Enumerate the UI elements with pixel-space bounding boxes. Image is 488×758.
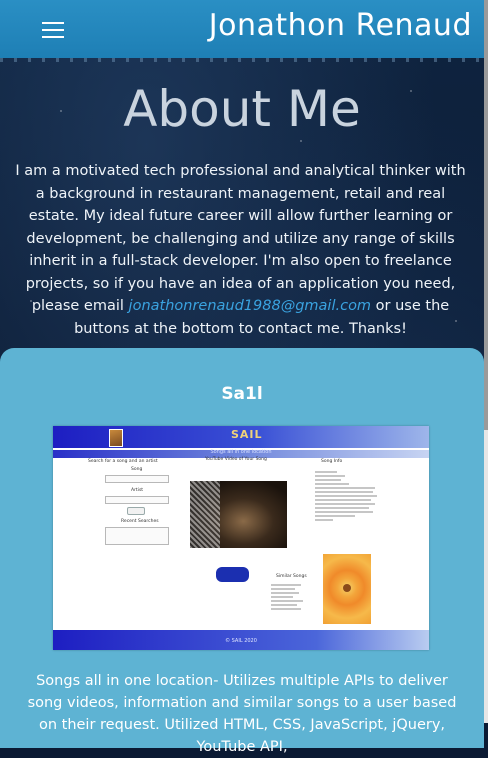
- screenshot-play-button: [216, 567, 249, 582]
- scrollbar[interactable]: [484, 0, 488, 723]
- about-text: I am a motivated tech professional and a…: [10, 160, 471, 340]
- email-link[interactable]: jonathonrenaud1988@gmail.com: [129, 298, 372, 314]
- screenshot-search-title: Search for a song and an artist: [88, 459, 158, 464]
- screenshot-info-title: Song Info: [321, 459, 343, 464]
- screenshot-subtitle: Songs all in one location: [210, 449, 272, 455]
- about-title: About Me: [123, 80, 361, 138]
- screenshot-song-label: Song: [131, 467, 143, 472]
- screenshot-brand: SAIL: [231, 428, 263, 441]
- screenshot-album-flower-center: [343, 584, 351, 592]
- star: [300, 140, 302, 142]
- project-screenshot[interactable]: SAIL Songs all in one location Search fo…: [53, 426, 429, 650]
- screenshot-logo-icon: [109, 429, 123, 447]
- navbar-divider: [0, 58, 484, 62]
- screenshot-similar-title: Similar Songs: [276, 574, 307, 579]
- project-title[interactable]: Sa1l: [0, 384, 484, 404]
- project-description: Songs all in one location- Utilizes mult…: [27, 673, 457, 755]
- hamburger-menu-icon[interactable]: [42, 22, 64, 38]
- screenshot-artist-input: [105, 496, 169, 504]
- screenshot-recent-list: [105, 527, 169, 545]
- screenshot-song-input: [105, 475, 169, 483]
- screenshot-video-title: YouTube Video of Your Song: [205, 457, 267, 462]
- site-brand[interactable]: Jonathon Renaud: [209, 8, 472, 43]
- screenshot-similar-list: [271, 584, 311, 612]
- screenshot-info-text: [315, 471, 379, 523]
- screenshot-footer-text: © SAIL 2020: [225, 638, 257, 644]
- screenshot-search-button: [127, 507, 145, 515]
- screenshot-artist-label: Artist: [131, 488, 144, 493]
- about-text-intro: I am a motivated tech professional and a…: [15, 163, 466, 314]
- screenshot-video-artifact: [190, 481, 220, 548]
- screenshot-recent-label: Recent Searches: [121, 519, 159, 524]
- navbar: Jonathon Renaud: [0, 0, 484, 58]
- scrollbar-thumb[interactable]: [484, 0, 488, 430]
